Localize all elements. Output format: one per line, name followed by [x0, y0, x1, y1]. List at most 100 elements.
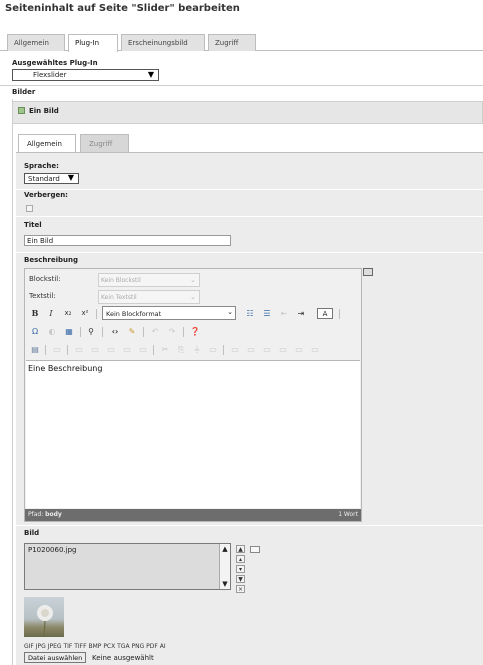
no-file-text: Keine ausgewählt: [92, 654, 154, 662]
titel-input[interactable]: Ein Bild: [24, 235, 231, 246]
delete-col-icon[interactable]: ▭: [261, 344, 273, 355]
scroll-down-icon[interactable]: ▼: [220, 579, 230, 589]
folder-icon[interactable]: [250, 546, 260, 553]
path-value[interactable]: body: [45, 511, 62, 518]
italic-icon[interactable]: I: [45, 308, 57, 319]
sprache-select-value: Standard: [28, 175, 60, 183]
filter-icon[interactable]: ⏚: [191, 344, 203, 355]
remove-icon[interactable]: ×: [236, 585, 245, 593]
col-before-icon[interactable]: ▭: [229, 344, 241, 355]
blockstil-value: Kein Blockstil: [101, 277, 141, 284]
superscript-icon[interactable]: x²: [79, 308, 91, 319]
titel-label: Titel: [24, 221, 42, 229]
undo-icon[interactable]: ↶: [149, 326, 161, 337]
bild-thumbnail: [24, 597, 64, 637]
bild-filename[interactable]: P1020060.jpg: [28, 546, 76, 554]
paste-icon[interactable]: ▭: [207, 344, 219, 355]
bold-icon[interactable]: B: [29, 308, 41, 319]
table-delete-icon[interactable]: ▭: [309, 344, 321, 355]
copy-icon[interactable]: ⎘: [175, 344, 187, 355]
text-color-button[interactable]: A: [317, 308, 333, 319]
redo-icon[interactable]: ↷: [166, 326, 178, 337]
toolbar-separator: [80, 327, 81, 337]
bild-item-title: Ein Bild: [29, 107, 59, 115]
tab-plugin[interactable]: Plug-In: [68, 34, 118, 52]
verbergen-label: Verbergen:: [24, 191, 68, 199]
plugin-label: Ausgewähltes Plug-In: [12, 59, 98, 67]
rich-text-editor: Blockstil: Kein Blockstil ⌄ Textstil: Ke…: [24, 268, 362, 522]
blockstil-label: Blockstil:: [29, 275, 61, 283]
sprache-section: [16, 153, 483, 189]
scrollbar[interactable]: ▲ ▼: [219, 544, 230, 589]
toggle-editor-icon[interactable]: [363, 268, 373, 276]
allowed-filetypes: GIF JPG JPEG TIF TIFF BMP PCX TGA PNG PD…: [24, 643, 166, 650]
merge-cell-icon[interactable]: ▭: [137, 344, 149, 355]
indent-icon[interactable]: ⇥: [295, 308, 307, 319]
plugin-select[interactable]: Flexslider ▼: [12, 69, 159, 81]
blockstil-select[interactable]: Kein Blockstil ⌄: [98, 273, 200, 287]
scroll-up-icon[interactable]: ▲: [220, 544, 230, 554]
clean-format-icon[interactable]: ✎: [126, 326, 138, 337]
sprache-select[interactable]: Standard ▼: [24, 173, 79, 184]
bild-file-list[interactable]: P1020060.jpg ▲ ▼: [24, 543, 231, 590]
delete-row-icon[interactable]: ▭: [105, 344, 117, 355]
ordered-list-icon[interactable]: ☷: [244, 308, 256, 319]
col-after-icon[interactable]: ▭: [245, 344, 257, 355]
omega-icon[interactable]: Ω: [29, 326, 41, 337]
subtab-allgemein[interactable]: Allgemein: [18, 134, 76, 152]
dropdown-arrow-icon: ▼: [67, 173, 74, 182]
tab-erscheinungsbild[interactable]: Erscheinungsbild: [121, 34, 205, 51]
sprache-label: Sprache:: [24, 162, 59, 170]
verbergen-checkbox[interactable]: [26, 205, 33, 212]
move-up-icon[interactable]: ▴: [236, 555, 245, 563]
unordered-list-icon[interactable]: ☰: [261, 308, 273, 319]
verbergen-section: [16, 190, 483, 216]
bilder-label: Bilder: [12, 88, 36, 96]
row-props-icon[interactable]: ▭: [51, 344, 63, 355]
beschreibung-label: Beschreibung: [24, 256, 78, 264]
insert-row-before-icon[interactable]: ▭: [73, 344, 85, 355]
image-icon: [18, 107, 25, 114]
help-icon[interactable]: ❓: [189, 326, 201, 337]
table-properties-icon[interactable]: ▤: [29, 344, 41, 355]
chevron-down-icon: ⌄: [190, 276, 196, 284]
find-icon[interactable]: ⚲: [85, 326, 97, 337]
tab-allgemein[interactable]: Allgemein: [7, 34, 65, 51]
blockformat-select[interactable]: Kein Blockformat ⌄: [102, 306, 236, 320]
split-cell-icon[interactable]: ▭: [121, 344, 133, 355]
cell-props-icon[interactable]: ▭: [277, 344, 289, 355]
chevron-down-icon: ⌄: [190, 293, 196, 301]
textstil-value: Kein Textstil: [101, 294, 137, 301]
subscript-icon[interactable]: x₂: [62, 308, 74, 319]
special-char-icon[interactable]: ◐: [46, 326, 58, 337]
word-count: 1 Wort: [338, 511, 358, 518]
toolbar-separator: [102, 327, 103, 337]
divider: [0, 85, 483, 86]
path-label: Pfad:: [28, 511, 44, 518]
cut-icon[interactable]: ✂: [159, 344, 171, 355]
row-icon[interactable]: ▭: [293, 344, 305, 355]
toolbar-separator: [183, 327, 184, 337]
textstil-select[interactable]: Kein Textstil ⌄: [98, 290, 200, 304]
bild-item-header[interactable]: [12, 101, 483, 124]
toolbar-separator: [96, 309, 97, 319]
toolbar-separator: [339, 309, 340, 319]
chevron-down-icon: ⌄: [227, 308, 233, 316]
move-down-icon[interactable]: ▾: [236, 565, 245, 573]
toolbar-separator: [45, 345, 46, 355]
insert-row-after-icon[interactable]: ▭: [89, 344, 101, 355]
choose-file-button[interactable]: Datei auswählen: [24, 652, 87, 663]
bild-label: Bild: [24, 529, 40, 537]
dropdown-arrow-icon: ▼: [147, 70, 154, 79]
textstil-label: Textstil:: [29, 292, 56, 300]
outdent-icon[interactable]: ⇤: [278, 308, 290, 319]
subtab-zugriff[interactable]: Zugriff: [80, 134, 129, 152]
plugin-select-value: Flexslider: [33, 71, 67, 79]
move-top-icon[interactable]: ▲: [236, 545, 245, 553]
toolbar-separator: [67, 345, 68, 355]
source-code-icon[interactable]: ‹›: [109, 326, 121, 337]
move-bottom-icon[interactable]: ▼: [236, 575, 245, 583]
tab-zugriff[interactable]: Zugriff: [208, 34, 256, 51]
table-icon[interactable]: ▦: [63, 326, 75, 337]
editor-content[interactable]: Eine Beschreibung: [26, 360, 360, 508]
